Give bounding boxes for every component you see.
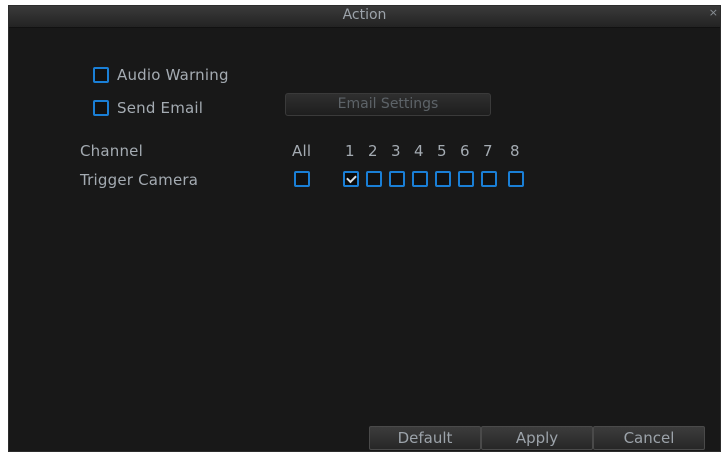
channel-number-3: 3 — [391, 142, 401, 160]
trigger-camera-checkbox-5[interactable] — [435, 171, 451, 187]
cancel-button[interactable]: Cancel — [593, 426, 705, 450]
default-button[interactable]: Default — [369, 426, 481, 450]
close-icon[interactable]: × — [709, 6, 718, 19]
channel-number-7: 7 — [483, 142, 493, 160]
trigger-all-checkbox[interactable] — [294, 171, 310, 187]
all-label: All — [292, 142, 312, 160]
trigger-camera-checkbox-7[interactable] — [481, 171, 497, 187]
action-dialog: Action × — [8, 5, 721, 452]
channel-number-5: 5 — [437, 142, 447, 160]
trigger-camera-checkbox-4[interactable] — [412, 171, 428, 187]
trigger-camera-checkbox-6[interactable] — [458, 171, 474, 187]
channel-label: Channel — [80, 142, 143, 160]
trigger-camera-checkbox-3[interactable] — [389, 171, 405, 187]
channel-number-8: 8 — [510, 142, 520, 160]
apply-button[interactable]: Apply — [481, 426, 593, 450]
trigger-camera-label: Trigger Camera — [80, 171, 199, 189]
channel-number-6: 6 — [460, 142, 470, 160]
trigger-camera-checkbox-1[interactable] — [343, 171, 359, 187]
trigger-camera-checkbox-2[interactable] — [366, 171, 382, 187]
channel-number-4: 4 — [414, 142, 424, 160]
dialog-title: Action — [342, 7, 387, 23]
trigger-camera-checkbox-8[interactable] — [508, 171, 524, 187]
channel-number-1: 1 — [345, 142, 355, 160]
channel-number-2: 2 — [368, 142, 378, 160]
audio-warning-label: Audio Warning — [117, 66, 229, 84]
title-bar[interactable]: Action × — [9, 6, 720, 28]
send-email-label: Send Email — [117, 99, 204, 117]
send-email-checkbox[interactable] — [93, 100, 109, 116]
audio-warning-checkbox[interactable] — [93, 67, 109, 83]
email-settings-button[interactable]: Email Settings — [285, 93, 491, 116]
